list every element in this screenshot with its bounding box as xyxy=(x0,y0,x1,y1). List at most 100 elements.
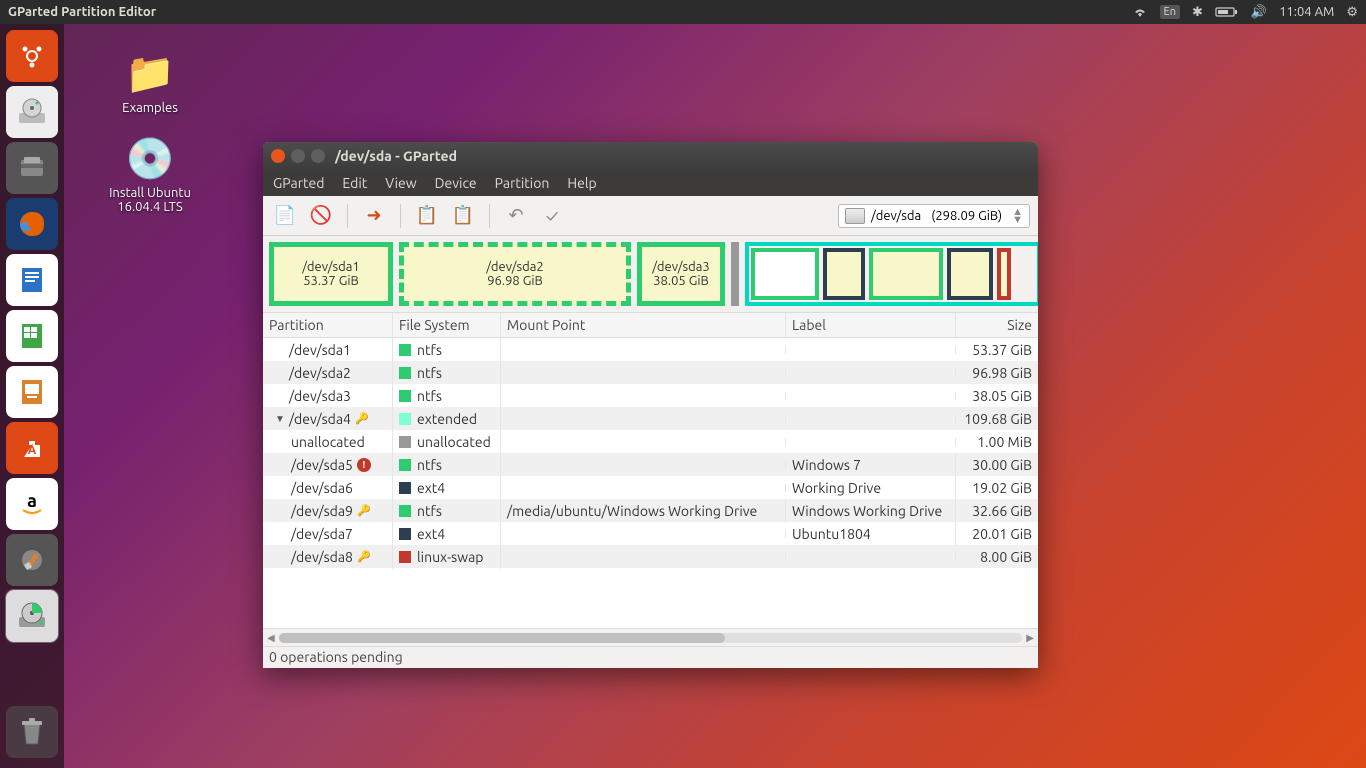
table-row[interactable]: /dev/sda9🔑ntfs/media/ubuntu/Windows Work… xyxy=(263,499,1038,522)
table-row[interactable]: unallocatedunallocated1.00 MiB xyxy=(263,430,1038,453)
apply-button[interactable]: ✓ xyxy=(538,202,566,230)
fs-color-swatch xyxy=(399,344,411,356)
toolbar: 📄 🚫 ➜ 📋 📋 ↶ ✓ /dev/sda (298.09 GiB) ▲▼ xyxy=(263,196,1038,236)
lock-icon: 🔑 xyxy=(357,550,371,563)
settings-gear-icon[interactable]: ⚙ xyxy=(1346,5,1358,20)
volume-icon[interactable]: 🔊 xyxy=(1251,5,1267,20)
device-selector[interactable]: /dev/sda (298.09 GiB) ▲▼ xyxy=(838,204,1030,228)
top-menu-bar: GParted Partition Editor En ✱ 🔊 11:04 AM… xyxy=(0,0,1366,24)
window-titlebar[interactable]: /dev/sda - GParted xyxy=(263,142,1038,170)
table-row[interactable]: /dev/sda5!ntfsWindows 730.00 GiB xyxy=(263,453,1038,476)
menu-device[interactable]: Device xyxy=(435,175,477,191)
mount-point xyxy=(501,530,786,538)
mount-point: /media/ubuntu/Windows Working Drive xyxy=(501,499,786,523)
table-body: /dev/sda1ntfs53.37 GiB/dev/sda2ntfs96.98… xyxy=(263,338,1038,628)
fs-type: unallocated xyxy=(417,434,491,450)
window-close-button[interactable] xyxy=(271,149,285,163)
viz-sda1[interactable]: /dev/sda1 53.37 GiB xyxy=(269,242,393,306)
paste-button[interactable]: 📋 xyxy=(449,202,477,230)
viz-extended[interactable] xyxy=(745,242,1038,306)
menu-edit[interactable]: Edit xyxy=(342,175,367,191)
clock-text[interactable]: 11:04 AM xyxy=(1279,5,1334,19)
battery-icon[interactable] xyxy=(1215,6,1239,18)
scroll-left-icon[interactable]: ◀ xyxy=(267,632,275,644)
launcher-firefox[interactable] xyxy=(6,198,58,250)
scroll-right-icon[interactable]: ▶ xyxy=(1026,632,1034,644)
viz-sda3[interactable]: /dev/sda3 38.05 GiB xyxy=(637,242,725,306)
table-row[interactable]: /dev/sda1ntfs53.37 GiB xyxy=(263,338,1038,361)
launcher-files[interactable] xyxy=(6,142,58,194)
fs-color-swatch xyxy=(399,482,411,494)
fs-color-swatch xyxy=(399,413,411,425)
partition-label: Working Drive xyxy=(786,476,956,500)
scroll-thumb[interactable] xyxy=(279,633,725,643)
disk-icon xyxy=(845,208,865,224)
status-text: 0 operations pending xyxy=(269,649,403,665)
menu-help[interactable]: Help xyxy=(567,175,596,191)
fs-type: ntfs xyxy=(417,365,442,381)
fs-color-swatch xyxy=(399,551,411,563)
horizontal-scrollbar[interactable]: ◀ ▶ xyxy=(263,628,1038,646)
launcher-amazon[interactable]: a xyxy=(6,478,58,530)
window-minimize-button[interactable] xyxy=(291,149,305,163)
viz-sda6[interactable] xyxy=(823,248,865,300)
viz-unallocated[interactable] xyxy=(731,242,739,306)
col-label[interactable]: Label xyxy=(786,313,956,337)
partition-label: Windows 7 xyxy=(786,453,956,477)
table-row[interactable]: /dev/sda8🔑linux-swap8.00 GiB xyxy=(263,545,1038,568)
viz-sda5[interactable] xyxy=(751,248,819,300)
col-partition[interactable]: Partition xyxy=(263,313,393,337)
copy-button[interactable]: 📋 xyxy=(413,202,441,230)
launcher-calc[interactable] xyxy=(6,310,58,362)
launcher-trash[interactable] xyxy=(6,706,58,758)
window-maximize-button[interactable] xyxy=(311,149,325,163)
bluetooth-icon[interactable]: ✱ xyxy=(1192,5,1203,20)
col-mountpoint[interactable]: Mount Point xyxy=(501,313,786,337)
table-row[interactable]: /dev/sda2ntfs96.98 GiB xyxy=(263,361,1038,384)
separator xyxy=(489,204,490,228)
menu-partition[interactable]: Partition xyxy=(495,175,550,191)
desktop-icon-install-ubuntu[interactable]: 💿 Install Ubuntu 16.04.4 LTS xyxy=(90,135,210,214)
partition-label xyxy=(786,392,956,400)
partition-name: /dev/sda1 xyxy=(289,342,351,358)
menu-view[interactable]: View xyxy=(385,175,416,191)
expander-icon[interactable]: ▼ xyxy=(275,413,285,425)
partition-name: /dev/sda8 xyxy=(291,549,353,565)
new-partition-button[interactable]: 📄 xyxy=(271,202,299,230)
mount-point xyxy=(501,461,786,469)
partition-label xyxy=(786,553,956,561)
fs-color-swatch xyxy=(399,390,411,402)
mount-point xyxy=(501,392,786,400)
fs-type: ntfs xyxy=(417,342,442,358)
table-row[interactable]: /dev/sda6ext4Working Drive19.02 GiB xyxy=(263,476,1038,499)
menu-gparted[interactable]: GParted xyxy=(273,175,324,191)
launcher-gparted[interactable] xyxy=(6,590,58,642)
table-row[interactable]: /dev/sda3ntfs38.05 GiB xyxy=(263,384,1038,407)
fs-type: ext4 xyxy=(417,526,445,542)
viz-sda7[interactable] xyxy=(947,248,993,300)
fs-color-swatch xyxy=(399,436,411,448)
viz-sda8[interactable] xyxy=(997,248,1011,300)
table-row[interactable]: /dev/sda7ext4Ubuntu180420.01 GiB xyxy=(263,522,1038,545)
partition-name: unallocated xyxy=(291,434,365,450)
partition-label: Windows Working Drive xyxy=(786,499,956,523)
viz-sda9[interactable] xyxy=(869,248,943,300)
table-row[interactable]: ▼/dev/sda4🔑extended109.68 GiB xyxy=(263,407,1038,430)
viz-sda2[interactable]: /dev/sda2 96.98 GiB xyxy=(399,242,631,306)
resize-button[interactable]: ➜ xyxy=(360,202,388,230)
launcher-impress[interactable] xyxy=(6,366,58,418)
col-size[interactable]: Size xyxy=(956,313,1038,337)
launcher-dash[interactable] xyxy=(6,30,58,82)
language-indicator[interactable]: En xyxy=(1160,5,1180,19)
launcher-disks[interactable] xyxy=(6,86,58,138)
desktop-icon-examples[interactable]: 📁 Examples xyxy=(90,50,210,115)
launcher-settings[interactable] xyxy=(6,534,58,586)
launcher-software[interactable]: A xyxy=(6,422,58,474)
col-filesystem[interactable]: File System xyxy=(393,313,501,337)
delete-button[interactable]: 🚫 xyxy=(307,202,335,230)
system-indicators[interactable]: En ✱ 🔊 11:04 AM ⚙ xyxy=(1132,5,1358,20)
scroll-track[interactable] xyxy=(279,633,1023,643)
launcher-writer[interactable] xyxy=(6,254,58,306)
undo-button[interactable]: ↶ xyxy=(502,202,530,230)
wifi-icon[interactable] xyxy=(1132,6,1148,18)
